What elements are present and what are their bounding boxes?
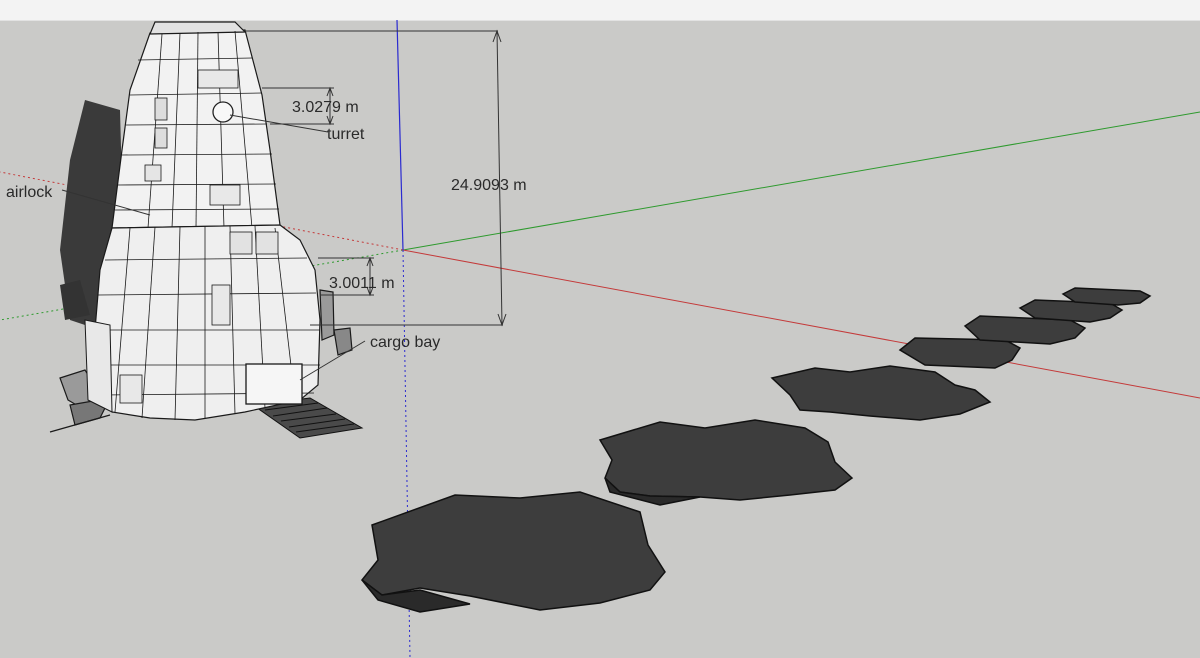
shadow-slice-7	[1061, 287, 1152, 306]
cargo-bay-label: cargo bay	[370, 334, 440, 351]
shadow-slice-2	[598, 419, 854, 501]
model-lower-section	[84, 224, 321, 421]
airlock-label: airlock	[6, 184, 53, 201]
3d-viewport[interactable]: 24.9093 m 3.0279 m 3.0011 m turret airlo…	[0, 0, 1200, 658]
total-height-label: 24.9093 m	[451, 177, 527, 194]
shadow-slice-3	[770, 365, 992, 421]
shadow-slice-4	[898, 337, 1022, 369]
ground-shadows	[360, 287, 1152, 613]
blue-axis	[396, 19, 404, 251]
turret-height-label: 3.0279 m	[292, 99, 359, 116]
cargo-door	[245, 363, 303, 405]
turret-sphere	[212, 101, 234, 123]
turret-label: turret	[327, 126, 365, 143]
model-upper-section	[111, 21, 281, 229]
scene-canvas[interactable]: 24.9093 m 3.0279 m 3.0011 m turret airlo…	[0, 0, 1200, 658]
cargo-bay-height-label: 3.0011 m	[329, 275, 395, 292]
